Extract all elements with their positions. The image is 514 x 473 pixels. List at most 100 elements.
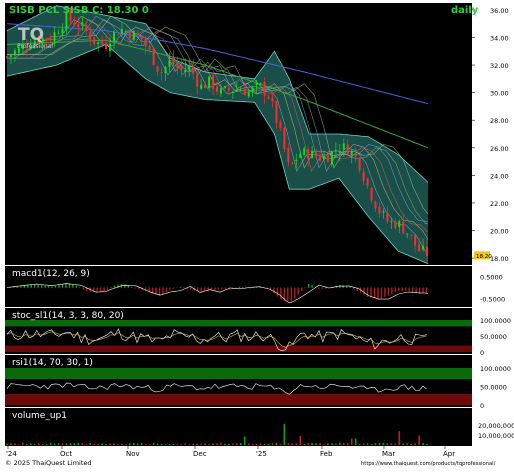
candle-body[interactable] [251,87,254,92]
candle-body[interactable] [426,246,429,257]
candle-body[interactable] [184,69,187,73]
candle-body[interactable] [267,96,270,99]
candle-body[interactable] [370,188,373,201]
candle-body[interactable] [208,76,211,88]
candle-body[interactable] [406,233,409,235]
candle-body[interactable] [219,88,222,94]
candle-body[interactable] [112,32,115,42]
candle-body[interactable] [326,155,329,163]
candle-body[interactable] [346,144,349,155]
candle-body[interactable] [382,211,385,213]
candle-body[interactable] [299,153,302,158]
candle-body[interactable] [279,122,282,129]
candle-body[interactable] [49,37,52,41]
stock-chart[interactable]: 0.5000 -0.5000 100.0000 50.0000 0 100.0000 5… [0,0,514,473]
candle-body[interactable] [216,86,219,92]
candle-body[interactable] [53,32,56,42]
candle-body[interactable] [61,28,64,34]
candle-body[interactable] [243,88,246,96]
candle-body[interactable] [307,149,310,159]
volume-panel[interactable] [5,408,472,446]
candle-body[interactable] [315,152,318,157]
candle-body[interactable] [386,212,389,222]
candle-body[interactable] [128,32,131,39]
candle-body[interactable] [196,74,199,87]
candle-body[interactable] [231,91,234,93]
candle-body[interactable] [322,155,325,160]
candle-body[interactable] [132,30,135,41]
candle-body[interactable] [120,29,123,34]
candle-body[interactable] [81,22,84,26]
candle-body[interactable] [164,66,167,74]
candle-body[interactable] [156,66,159,72]
candle-body[interactable] [160,72,163,73]
candle-body[interactable] [362,171,365,181]
candle-body[interactable] [140,35,143,40]
candle-body[interactable] [338,150,341,153]
candle-body[interactable] [342,143,345,150]
candle-body[interactable] [212,75,215,89]
candle-body[interactable] [247,91,250,97]
candle-body[interactable] [378,206,381,214]
candle-body[interactable] [73,22,76,26]
candle-body[interactable] [97,42,100,45]
candle-body[interactable] [172,57,175,65]
candle-body[interactable] [9,54,12,57]
candle-body[interactable] [57,32,60,34]
candle-body[interactable] [263,81,266,96]
candle-body[interactable] [311,150,314,159]
candle-body[interactable] [89,31,92,40]
candle-body[interactable] [394,221,397,229]
candle-body[interactable] [180,64,183,70]
candle-body[interactable] [136,33,139,35]
candle-body[interactable] [295,159,298,162]
candle-body[interactable] [410,234,413,236]
candle-body[interactable] [144,38,147,47]
candle-body[interactable] [109,43,112,51]
candle-body[interactable] [45,38,48,40]
candle-body[interactable] [200,84,203,89]
candle-body[interactable] [358,158,361,171]
candle-body[interactable] [204,84,207,89]
candle-body[interactable] [319,156,322,161]
candle-body[interactable] [105,42,108,50]
candle-body[interactable] [148,45,151,50]
candle-body[interactable] [223,86,226,88]
candle-body[interactable] [283,127,286,150]
candle-body[interactable] [414,235,417,246]
candle-body[interactable] [418,244,421,252]
candle-body[interactable] [101,40,104,45]
candle-body[interactable] [6,56,8,58]
candle-body[interactable] [116,34,119,36]
candle-body[interactable] [287,147,290,162]
candle-body[interactable] [374,201,377,209]
candle-body[interactable] [366,178,369,187]
candle-body[interactable] [77,24,80,28]
candle-body[interactable] [168,60,171,67]
candle-body[interactable] [350,151,353,156]
candle-body[interactable] [239,90,242,91]
candle-body[interactable] [422,246,425,250]
candle-body[interactable] [259,83,262,84]
candle-body[interactable] [330,151,333,165]
candle-body[interactable] [235,89,238,92]
candle-body[interactable] [93,37,96,44]
candle-body[interactable] [303,148,306,155]
candle-body[interactable] [402,221,405,234]
candle-body[interactable] [124,31,127,33]
candle-body[interactable] [354,153,357,157]
candle-body[interactable] [13,50,16,56]
candle-body[interactable] [192,66,195,74]
candle-body[interactable] [85,24,88,32]
footer-url[interactable]: https://www.thaiquest.com/products/tqpro… [361,461,496,467]
candle-body[interactable] [176,63,179,68]
candle-body[interactable] [291,162,294,164]
candle-body[interactable] [334,150,337,151]
candle-body[interactable] [390,221,393,223]
candle-body[interactable] [271,97,274,102]
candle-body[interactable] [255,83,258,86]
candle-body[interactable] [188,66,191,71]
candle-body[interactable] [398,221,401,228]
candle-body[interactable] [275,101,278,123]
candle-body[interactable] [152,47,155,66]
